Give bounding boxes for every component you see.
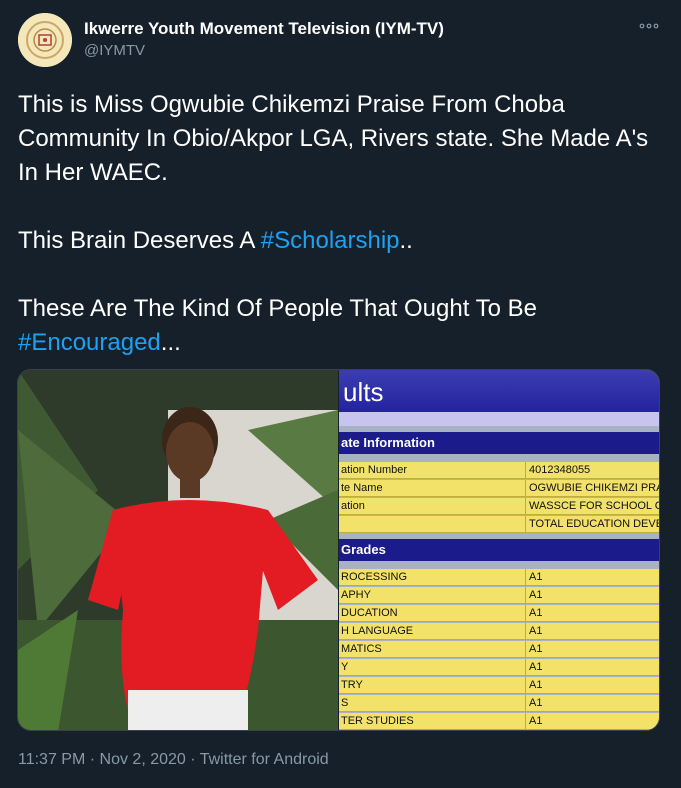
iymtv-logo-icon [18,13,72,67]
more-options-button[interactable] [636,16,662,36]
info-row: te Name OGWUBIE CHIKEMZI PRA [339,480,660,497]
tweet-text: This is Miss Ogwubie Chikemzi Praise Fro… [18,88,668,360]
info-row: ation Number 4012348055 [339,462,659,479]
tweet-paragraph-2: This Brain Deserves A #Scholarship.. [18,224,668,258]
info-row: ation WASSCE FOR SCHOOL C [339,498,660,515]
tweet-text-span: ... [160,329,181,356]
tweet-paragraph-3: These Are The Kind Of People That Ought … [18,292,668,360]
subject-name: MATICS [341,643,382,655]
subject-name: S [341,697,349,709]
info-value: WASSCE FOR SCHOOL C [529,500,660,512]
subject-name: TRY [341,679,363,691]
footer-separator: · [185,751,200,768]
tweet-footer: 11:37 PM · Nov 2, 2020 · Twitter for And… [18,751,329,769]
subject-name: APHY [341,589,371,601]
info-value: TOTAL EDUCATION DEVE [529,518,660,530]
footer-separator: · [85,751,100,768]
grade-row: TRY A1 [339,677,659,694]
info-row: TOTAL EDUCATION DEVE [339,516,660,533]
tweet-source-link[interactable]: Twitter for Android [200,751,329,768]
tweet-text-span: .. [399,227,413,254]
subject-grade: A1 [529,571,543,583]
grade-row: TER STUDIES A1 [339,713,659,730]
tweet-date[interactable]: Nov 2, 2020 [100,751,186,768]
author-display-name[interactable]: Ikwerre Youth Movement Television (IYM-T… [84,19,444,39]
girl-photo-image [18,370,338,730]
tweet-text-span: This Brain Deserves A [18,227,261,254]
girl-photo[interactable] [18,370,338,730]
subject-grade: A1 [529,625,543,637]
grade-row: ROCESSING A1 [339,569,659,586]
tweet-time[interactable]: 11:37 PM [18,751,85,768]
hashtag-scholarship-link[interactable]: #Scholarship [261,227,400,254]
grade-row: APHY A1 [339,587,659,604]
info-label: ation [341,500,365,512]
tweet-paragraph-1: This is Miss Ogwubie Chikemzi Praise Fro… [18,91,649,186]
tweet-media[interactable]: ults ate Information ation Number 401234… [17,369,660,731]
subject-name: TER STUDIES [341,715,414,727]
subject-grade: A1 [529,589,543,601]
grade-row: Y A1 [339,659,659,676]
subject-name: ROCESSING [341,571,408,583]
results-title: ults [339,370,659,412]
info-value: OGWUBIE CHIKEMZI PRA [529,482,660,494]
info-label: ation Number [341,464,408,476]
subject-name: Y [341,661,349,673]
grade-row: DUCATION A1 [339,605,659,622]
hashtag-encouraged-link[interactable]: #Encouraged [18,329,161,356]
subject-grade: A1 [529,661,543,673]
info-value: 4012348055 [529,464,591,476]
grade-row: MATICS A1 [339,641,659,658]
info-label: te Name [341,482,383,494]
grade-row: H LANGUAGE A1 [339,623,659,640]
candidate-info-header: ate Information [339,432,659,454]
subject-grade: A1 [529,715,543,727]
waec-results-photo[interactable]: ults ate Information ation Number 401234… [339,370,660,730]
subject-grade: A1 [529,643,543,655]
grades-header: Grades [339,539,659,561]
avatar[interactable] [18,13,72,67]
author-handle[interactable]: @IYMTV [84,42,145,59]
more-horizontal-icon [639,23,659,29]
subject-grade: A1 [529,679,543,691]
subject-grade: A1 [529,607,543,619]
tweet-text-span: These Are The Kind Of People That Ought … [18,295,537,322]
grade-row: S A1 [339,695,659,712]
subject-grade: A1 [529,697,543,709]
subject-name: H LANGUAGE [341,625,414,637]
subject-name: DUCATION [341,607,398,619]
